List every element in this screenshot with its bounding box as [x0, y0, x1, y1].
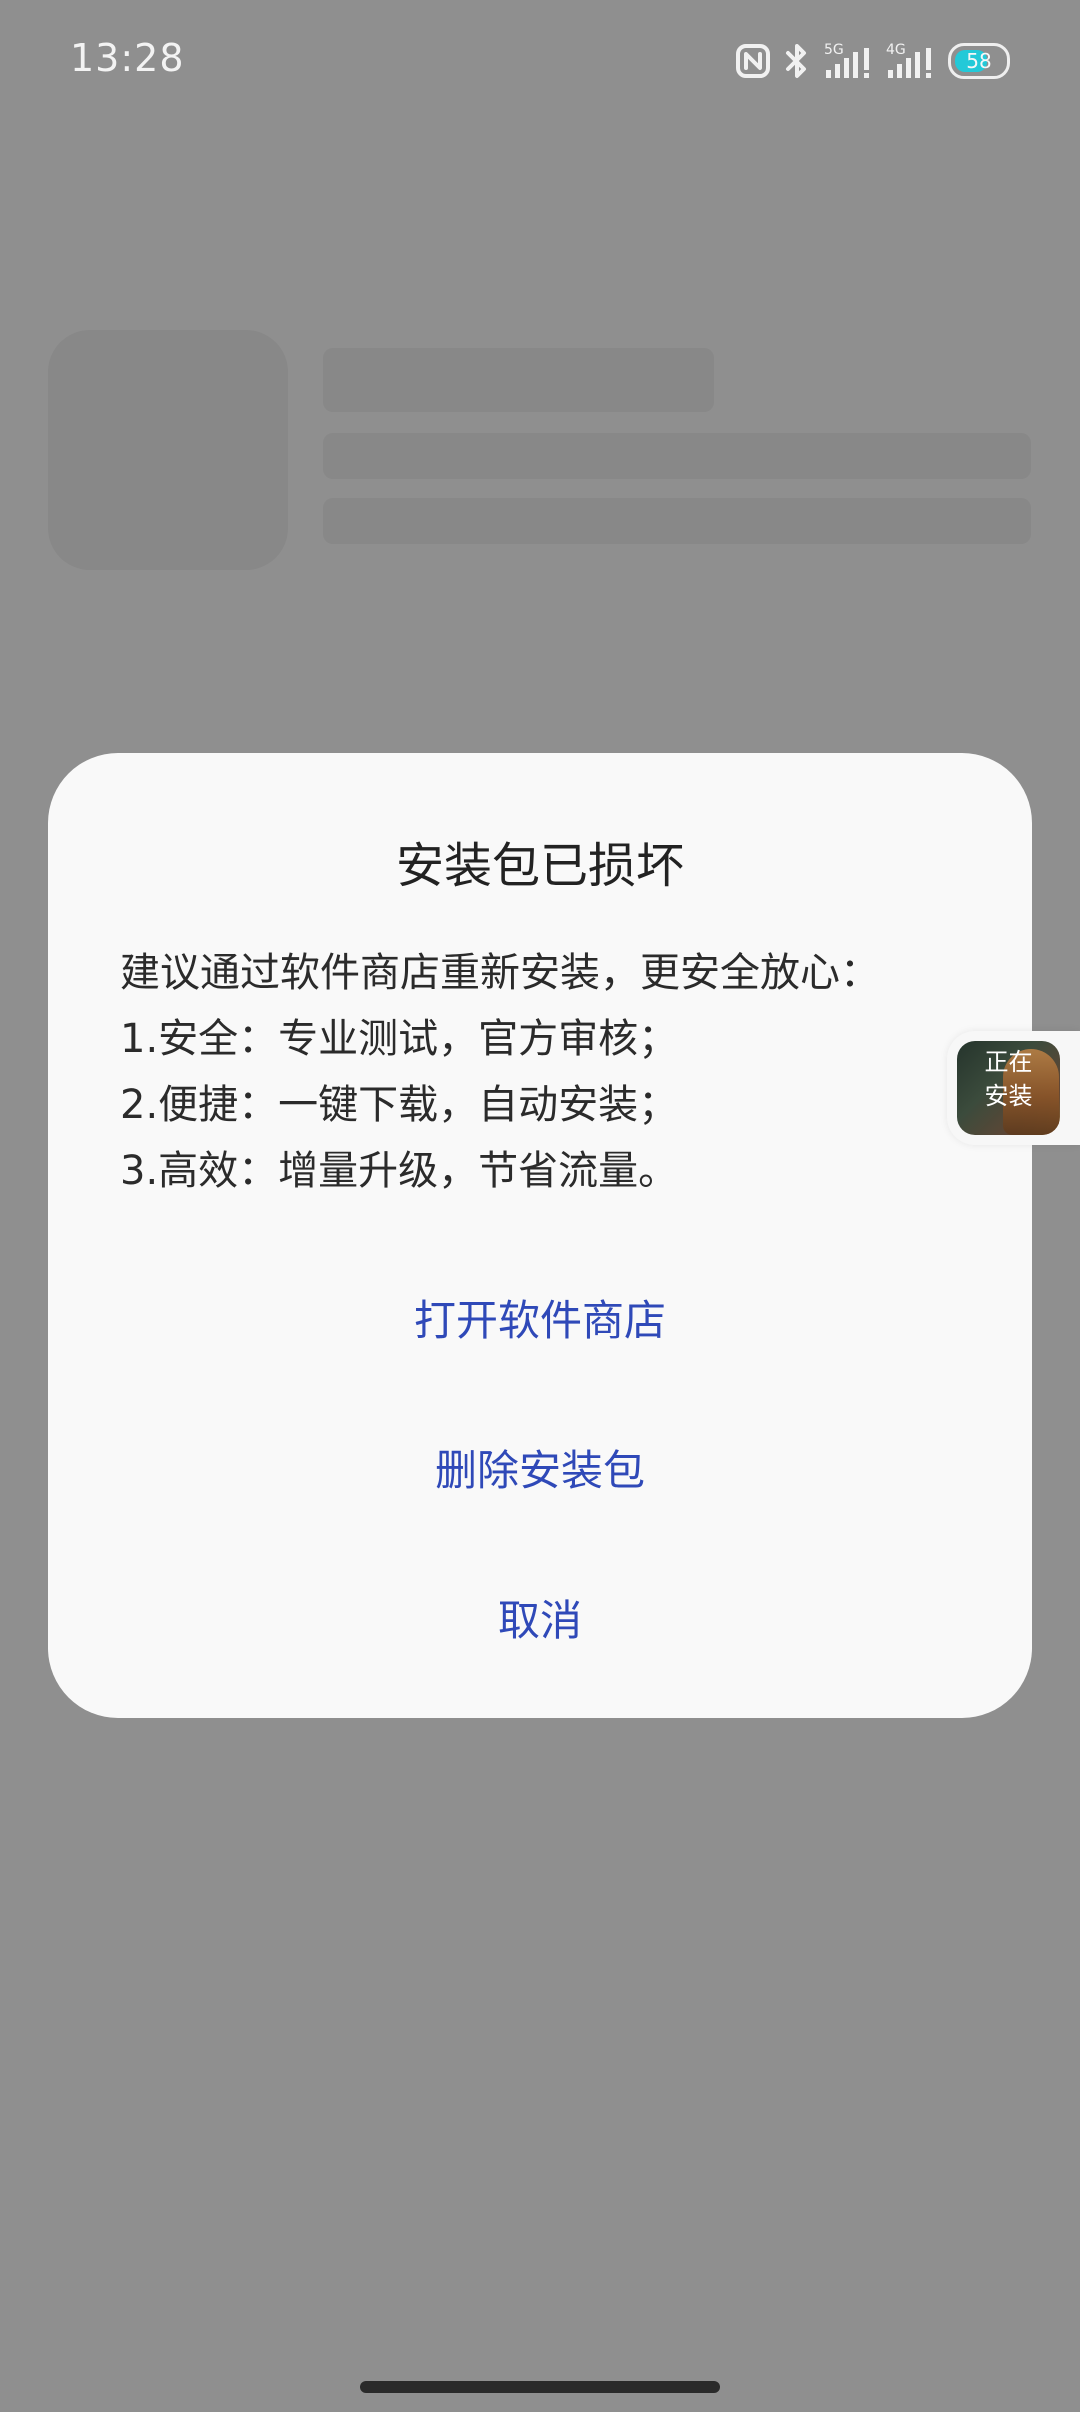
installing-widget[interactable]: 正在 安装 [947, 1031, 1080, 1145]
cancel-button[interactable]: 取消 [0, 1587, 1080, 1648]
open-software-store-button[interactable]: 打开软件商店 [0, 1287, 1080, 1348]
screen: 13:28 5G 4G 58 安装包已损坏 建议通过软件商店重新安装，更安全放心… [0, 0, 1080, 2412]
dialog-title: 安装包已损坏 [395, 838, 684, 894]
nfc-icon [736, 44, 770, 78]
broken-package-dialog [48, 753, 1032, 1718]
status-time: 13:28 [70, 36, 185, 80]
placeholder-description-line [323, 433, 1031, 479]
bluetooth-icon [782, 43, 812, 79]
battery-icon: 58 [948, 43, 1010, 79]
status-icons: 5G 4G 58 [736, 40, 1010, 82]
dialog-message-line: 1.安全：专业测试，官方审核； [120, 1016, 679, 1062]
placeholder-app-icon [48, 330, 288, 570]
home-indicator[interactable] [360, 2381, 720, 2393]
delete-package-button[interactable]: 删除安装包 [0, 1437, 1080, 1498]
placeholder-description-line [323, 498, 1031, 544]
dialog-message-line: 2.便捷：一键下载，自动安装； [120, 1082, 679, 1128]
placeholder-title-line [323, 348, 714, 412]
signal-4g-label: 4G [886, 42, 906, 58]
installing-label-line: 安装 [984, 1082, 1033, 1110]
signal-5g-icon: 5G [824, 40, 874, 82]
signal-4g-icon: 4G [886, 40, 936, 82]
battery-percentage: 58 [966, 49, 992, 73]
signal-5g-label: 5G [824, 42, 844, 58]
status-bar: 13:28 5G 4G 58 [0, 0, 1080, 120]
installing-label: 正在 安装 [957, 1045, 1060, 1113]
dialog-message-line: 3.高效：增量升级，节省流量。 [120, 1148, 679, 1194]
dialog-message: 建议通过软件商店重新安装，更安全放心： 1.安全：专业测试，官方审核； 2.便捷… [120, 940, 940, 1204]
dialog-message-line: 建议通过软件商店重新安装，更安全放心： [120, 950, 880, 996]
installing-label-line: 正在 [984, 1048, 1033, 1076]
